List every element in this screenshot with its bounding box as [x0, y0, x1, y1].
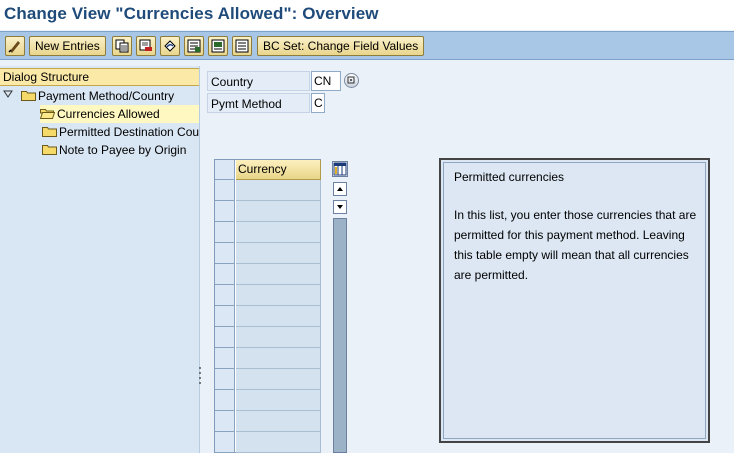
row-selector[interactable] [215, 411, 235, 432]
row-selector[interactable] [215, 348, 235, 369]
display-change-button[interactable] [5, 36, 25, 56]
currency-cell[interactable] [236, 264, 321, 285]
row-selector[interactable] [215, 222, 235, 243]
row-selector[interactable] [215, 432, 235, 453]
copy-button[interactable] [112, 36, 132, 56]
tree-item-label: Note to Payee by Origin [59, 143, 187, 157]
tree-item-permitted-destination[interactable]: Permitted Destination Cou [42, 123, 199, 141]
tree-item-payment-method-country[interactable]: Payment Method/Country [21, 87, 174, 105]
payment-method-label: Pymt Method [207, 93, 310, 113]
tree-item-label: Currencies Allowed [57, 107, 160, 121]
currency-cell[interactable] [236, 201, 321, 222]
help-info-box: Permitted currencies In this list, you e… [439, 158, 710, 443]
dialog-structure-panel: Dialog Structure Payment Method/Country … [0, 66, 200, 453]
folder-icon [21, 91, 36, 101]
undo-button[interactable] [160, 36, 180, 56]
currency-cell[interactable] [236, 306, 321, 327]
select-all-icon [187, 39, 201, 53]
deselect-all-button[interactable] [232, 36, 252, 56]
currency-cell[interactable] [236, 327, 321, 348]
application-toolbar: New Entries BC Set: Change Field Values [0, 31, 734, 60]
dialog-structure-header: Dialog Structure [0, 68, 199, 86]
country-label: Country [207, 71, 310, 91]
page-title: Change View "Currencies Allowed": Overvi… [4, 4, 379, 23]
title-bar: Change View "Currencies Allowed": Overvi… [0, 0, 734, 30]
currency-cell[interactable] [236, 243, 321, 264]
value-help-icon [347, 76, 355, 84]
country-field[interactable]: CN [311, 71, 341, 91]
select-all-button[interactable] [184, 36, 204, 56]
delete-icon [139, 39, 152, 51]
splitter-handle[interactable] [198, 365, 202, 385]
display-change-icon [8, 41, 20, 53]
payment-method-field[interactable]: C [311, 93, 325, 113]
tree-item-label: Permitted Destination Cou [59, 125, 200, 139]
table-settings-button[interactable] [332, 161, 348, 177]
value-help-button[interactable] [344, 73, 359, 88]
help-title: Permitted currencies [454, 170, 565, 184]
select-block-button[interactable] [208, 36, 228, 56]
folder-icon [42, 127, 57, 137]
help-body: In this list, you enter those currencies… [454, 208, 697, 282]
row-selector[interactable] [215, 327, 235, 348]
currency-cell[interactable] [236, 432, 321, 453]
new-entries-button[interactable]: New Entries [29, 36, 106, 56]
table-settings-icon [333, 162, 347, 176]
select-block-icon [211, 39, 225, 53]
tree-item-label: Payment Method/Country [38, 89, 175, 103]
currency-cell[interactable] [236, 348, 321, 369]
row-selector[interactable] [215, 201, 235, 222]
row-selector[interactable] [215, 243, 235, 264]
row-selector[interactable] [215, 390, 235, 411]
tree-item-note-to-payee[interactable]: Note to Payee by Origin [42, 141, 186, 159]
delete-button[interactable] [136, 36, 156, 56]
tree-collapse-icon[interactable] [3, 89, 13, 99]
deselect-all-icon [235, 39, 249, 53]
row-selector[interactable] [215, 285, 235, 306]
bc-set-change-field-values-button[interactable]: BC Set: Change Field Values [257, 36, 425, 56]
row-selector[interactable] [215, 264, 235, 285]
currency-cell[interactable] [236, 285, 321, 306]
currency-cell[interactable] [236, 411, 321, 432]
scroll-up-button[interactable] [333, 182, 347, 196]
column-header-currency[interactable]: Currency [236, 160, 321, 180]
copy-icon [115, 39, 129, 53]
arrow-up-icon [337, 187, 343, 191]
row-selector[interactable] [215, 369, 235, 390]
undo-icon [164, 40, 176, 52]
vertical-scrollbar[interactable] [333, 218, 347, 453]
row-selector[interactable] [215, 306, 235, 327]
scroll-down-button[interactable] [333, 200, 347, 214]
currency-cell[interactable] [236, 222, 321, 243]
currency-cell[interactable] [236, 369, 321, 390]
row-selector[interactable] [215, 180, 235, 201]
open-folder-icon [40, 109, 55, 119]
tree-item-currencies-allowed[interactable]: Currencies Allowed [40, 105, 199, 123]
arrow-down-icon [337, 205, 343, 209]
folder-icon [42, 145, 57, 155]
currency-cell[interactable] [236, 390, 321, 411]
currency-table: Currency [214, 159, 321, 453]
currency-cell[interactable] [236, 180, 321, 201]
select-all-rows-cell[interactable] [215, 160, 235, 180]
